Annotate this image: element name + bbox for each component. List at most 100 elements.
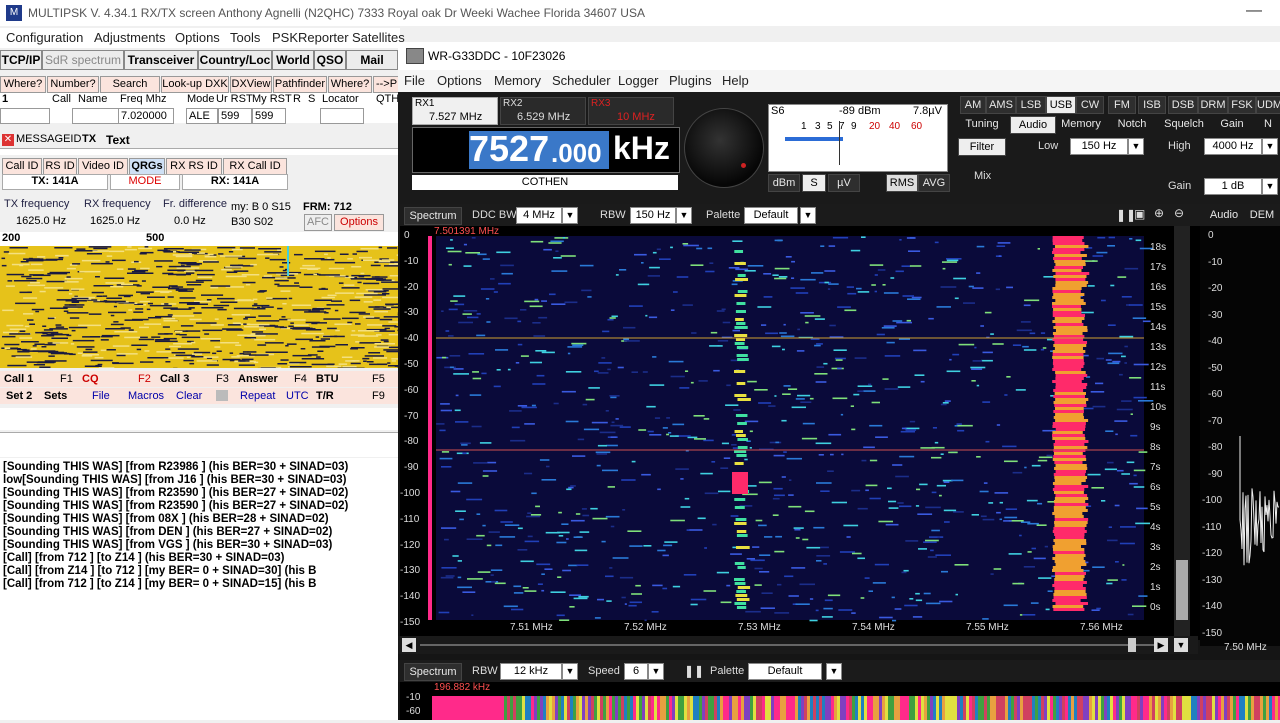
scroll-left-icon[interactable]: ◀: [402, 638, 416, 652]
tab-tcpip[interactable]: TCP/IP: [0, 50, 42, 70]
avg-button[interactable]: AVG: [918, 174, 950, 192]
dxview-button[interactable]: DXView: [230, 76, 272, 93]
sets-button[interactable]: Sets: [44, 390, 67, 402]
mode-cw-button[interactable]: CW: [1076, 96, 1104, 114]
menu-tools[interactable]: Tools: [230, 30, 260, 45]
locator-field[interactable]: [320, 108, 364, 124]
menu-satellites[interactable]: Satellites: [352, 30, 405, 45]
pathfinder-button[interactable]: Pathfinder: [273, 76, 327, 93]
spectrum2-toggle-button[interactable]: Spectrum: [404, 663, 462, 681]
scroll-thumb[interactable]: [1128, 638, 1136, 652]
zoom-in-icon[interactable]: ⊕: [1154, 206, 1164, 220]
cq-button[interactable]: CQ: [82, 373, 99, 385]
answer-button[interactable]: Answer: [238, 373, 278, 385]
scroll-down-icon[interactable]: ▼: [1174, 638, 1188, 652]
save-icon[interactable]: ▣: [1134, 207, 1145, 221]
gain-dropdown-icon[interactable]: ▼: [1262, 178, 1278, 195]
options-button[interactable]: Options: [334, 214, 384, 231]
palette2-select[interactable]: Default: [748, 663, 822, 680]
mode-am-button[interactable]: AM: [960, 96, 986, 114]
rbw2-select[interactable]: 12 kHz: [500, 663, 562, 680]
menu-options[interactable]: Options: [175, 30, 220, 45]
low-select[interactable]: 150 Hz: [1070, 138, 1128, 155]
tuning-knob[interactable]: [684, 108, 764, 188]
mode-button[interactable]: MODE: [110, 174, 180, 190]
rbw-select[interactable]: 150 Hz: [630, 207, 676, 224]
my-rst-field[interactable]: 599: [252, 108, 286, 124]
tab-notch[interactable]: Notch: [1110, 116, 1154, 132]
menu-adjustments[interactable]: Adjustments: [94, 30, 166, 45]
tab-text[interactable]: Text: [106, 133, 130, 147]
tab-sdr-spectrum[interactable]: SdR spectrum: [42, 50, 124, 70]
palette-dropdown-icon[interactable]: ▼: [800, 207, 816, 224]
set2-button[interactable]: Set 2: [6, 390, 32, 402]
uv-button[interactable]: µV: [828, 174, 860, 192]
rx2-tab[interactable]: RX2 6.529 MHz: [500, 97, 586, 125]
tab-n[interactable]: N: [1258, 116, 1278, 132]
call1-button[interactable]: Call 1: [4, 373, 33, 385]
wr-menu-scheduler[interactable]: Scheduler: [552, 73, 611, 88]
gain-select[interactable]: 1 dB: [1204, 178, 1262, 195]
macros-button[interactable]: Macros: [128, 390, 164, 402]
wr-menu-help[interactable]: Help: [722, 73, 749, 88]
rs-id-button[interactable]: RS ID: [43, 158, 77, 175]
call-id-button[interactable]: Call ID: [2, 158, 42, 175]
high-dropdown-icon[interactable]: ▼: [1262, 138, 1278, 155]
tab-transceiver[interactable]: Transceiver: [124, 50, 198, 70]
tab-gain[interactable]: Gain: [1214, 116, 1250, 132]
minimize-icon[interactable]: —: [1246, 2, 1262, 20]
tr-button[interactable]: T/R: [316, 390, 334, 402]
mode-ams-button[interactable]: AMS: [986, 96, 1016, 114]
tab-country-loc[interactable]: Country/Loc: [198, 50, 272, 70]
mode-fsk-button[interactable]: FSK: [1228, 96, 1256, 114]
zoom-out-icon[interactable]: ⊖: [1174, 206, 1184, 220]
wr-menu-memory[interactable]: Memory: [494, 73, 541, 88]
tab-memory[interactable]: Memory: [1058, 116, 1104, 132]
file-button[interactable]: File: [92, 390, 110, 402]
rx-call-id-button[interactable]: RX Call ID: [223, 158, 287, 175]
low-dropdown-icon[interactable]: ▼: [1128, 138, 1144, 155]
tab-squelch[interactable]: Squelch: [1158, 116, 1210, 132]
mode-udm-button[interactable]: UDM: [1256, 96, 1280, 114]
ddc-bw-select[interactable]: 4 MHz: [516, 207, 562, 224]
mode-isb-button[interactable]: ISB: [1138, 96, 1166, 114]
rms-button[interactable]: RMS: [886, 174, 918, 192]
ddc-bw-dropdown-icon[interactable]: ▼: [562, 207, 578, 224]
wideband-canvas[interactable]: [400, 682, 1280, 720]
next-button[interactable]: -->P: [373, 76, 400, 93]
afc-button[interactable]: AFC: [304, 214, 332, 231]
filter-button[interactable]: Filter: [958, 138, 1006, 156]
dbm-button[interactable]: dBm: [768, 174, 800, 192]
rbw-dropdown-icon[interactable]: ▼: [676, 207, 692, 224]
menu-configuration[interactable]: Configuration: [6, 30, 83, 45]
mode-lsb-button[interactable]: LSB: [1016, 96, 1046, 114]
clear-button[interactable]: Clear: [176, 390, 202, 402]
close-icon[interactable]: ✕: [2, 134, 14, 146]
where2-button[interactable]: Where?: [328, 76, 372, 93]
waterfall-canvas[interactable]: [400, 226, 1200, 640]
tab-audio[interactable]: Audio: [1010, 116, 1056, 134]
wr-menu-logger[interactable]: Logger: [618, 73, 658, 88]
rx-rs-id-button[interactable]: RX RS ID: [166, 158, 222, 175]
horizontal-scrollbar[interactable]: ◀ ▶ ▼: [398, 636, 1198, 654]
speed-select[interactable]: 6: [624, 663, 648, 680]
wr-menu-plugins[interactable]: Plugins: [669, 73, 712, 88]
high-select[interactable]: 4000 Hz: [1204, 138, 1262, 155]
ur-rst-field[interactable]: 599: [218, 108, 252, 124]
video-id-button[interactable]: Video ID: [78, 158, 128, 175]
menu-pskreporter[interactable]: PSKReporter: [272, 30, 349, 45]
message-area[interactable]: [0, 148, 398, 155]
where-button[interactable]: Where?: [0, 76, 46, 93]
wideband-spectrum[interactable]: 196.882 kHz -10 -60: [400, 682, 1280, 720]
audio-tab[interactable]: Audio: [1204, 207, 1244, 223]
rx1-tab[interactable]: RX1 7.527 MHz: [412, 97, 498, 125]
freq-field[interactable]: 7.020000: [118, 108, 174, 124]
scroll-track[interactable]: [420, 644, 1168, 646]
disk-icon[interactable]: [216, 390, 228, 401]
rx3-tab[interactable]: RX3 10 MHz: [588, 97, 674, 125]
tab-tuning[interactable]: Tuning: [956, 116, 1008, 132]
spectrum-toggle-button[interactable]: Spectrum: [404, 207, 462, 225]
call-field[interactable]: [0, 108, 50, 124]
tab-mail[interactable]: Mail: [346, 50, 398, 70]
palette-select[interactable]: Default: [744, 207, 798, 224]
